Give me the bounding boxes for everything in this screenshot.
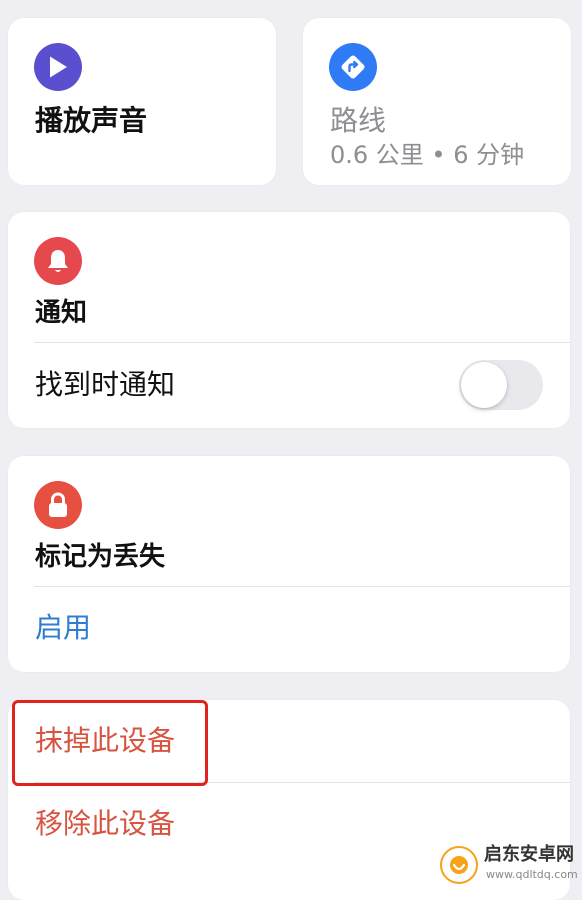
play-icon — [34, 43, 82, 91]
notifications-divider — [34, 342, 570, 343]
lost-mode-divider — [34, 586, 570, 587]
enable-lost-mode-button[interactable]: 启用 — [35, 611, 91, 645]
lost-mode-card: 标记为丢失 启用 — [8, 456, 570, 672]
highlight-box — [12, 700, 208, 786]
watermark-logo-icon — [440, 846, 478, 884]
directions-detail: 0.6 公里 • 6 分钟 — [330, 141, 525, 169]
notify-when-found-label: 找到时通知 — [35, 368, 176, 401]
watermark-url: www.qdltdq.com — [486, 868, 578, 881]
bell-icon — [34, 237, 82, 285]
notifications-title: 通知 — [35, 298, 88, 328]
play-sound-label: 播放声音 — [35, 104, 148, 137]
directions-label: 路线 — [330, 104, 387, 137]
play-sound-card[interactable]: 播放声音 — [8, 18, 276, 185]
lock-icon — [34, 481, 82, 529]
notifications-card: 通知 找到时通知 — [8, 212, 570, 428]
watermark-name: 启东安卓网 — [484, 844, 574, 865]
notify-when-found-toggle[interactable] — [459, 360, 543, 410]
toggle-knob — [461, 362, 507, 408]
remove-device-button[interactable]: 移除此设备 — [35, 807, 175, 841]
directions-card[interactable]: 路线 0.6 公里 • 6 分钟 — [303, 18, 571, 185]
directions-icon — [329, 43, 377, 91]
watermark: 启东安卓网 www.qdltdq.com — [436, 842, 578, 888]
lost-mode-title: 标记为丢失 — [35, 542, 166, 572]
